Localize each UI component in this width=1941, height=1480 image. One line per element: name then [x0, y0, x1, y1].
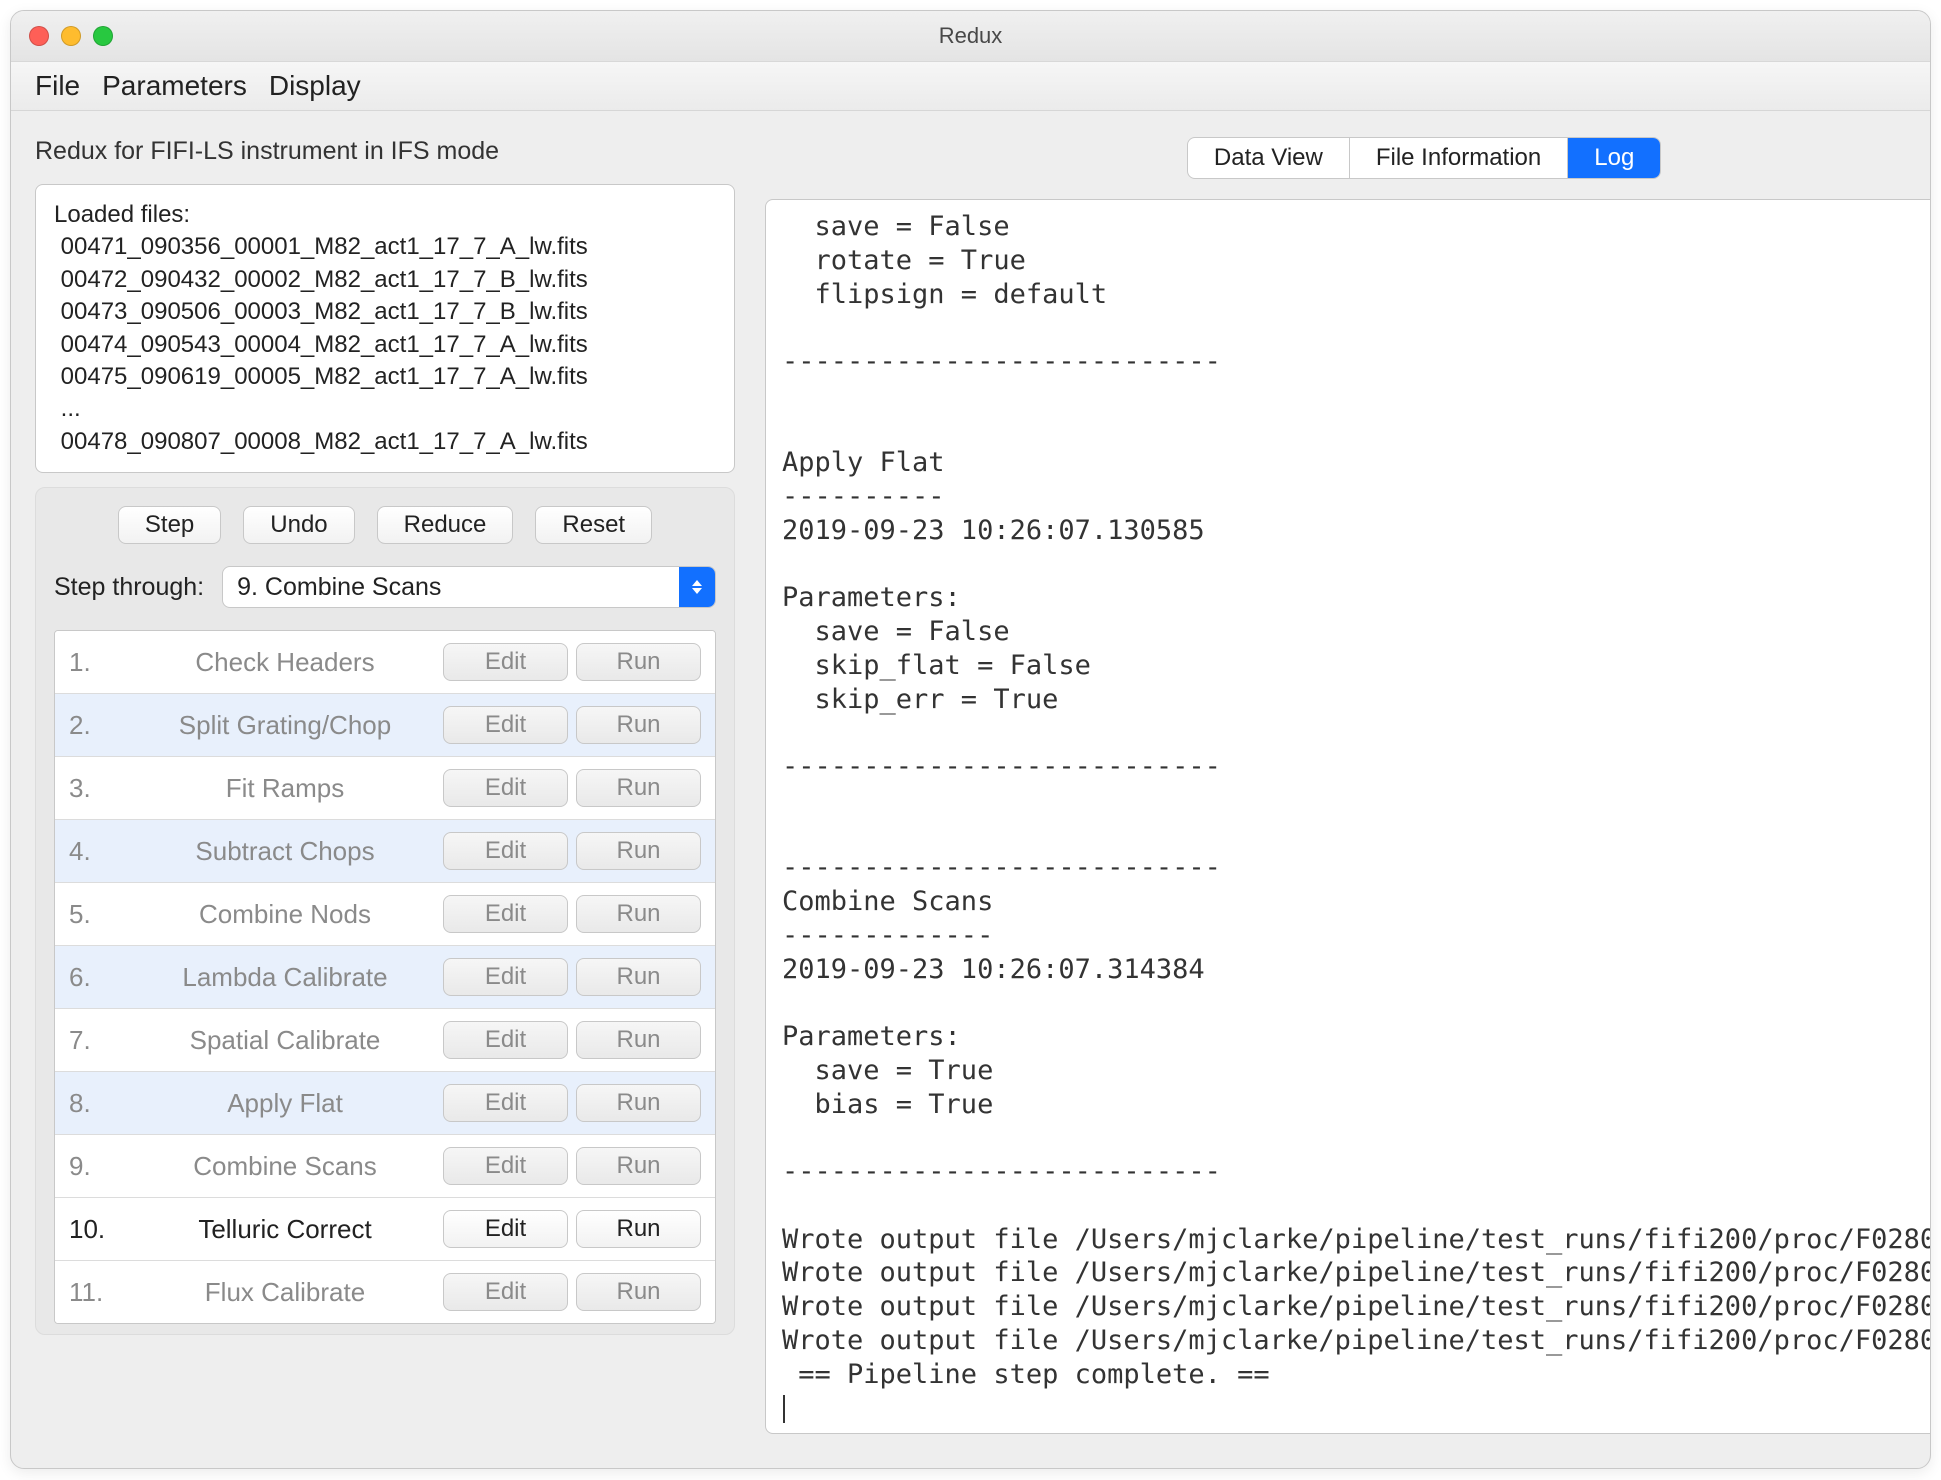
loaded-files-list: 00471_090356_00001_M82_act1_17_7_A_lw.fi…: [54, 231, 716, 458]
tab-log[interactable]: Log: [1568, 138, 1660, 178]
pipeline-step-run-button[interactable]: Run: [576, 1021, 701, 1059]
pipeline-step-run-button[interactable]: Run: [576, 1273, 701, 1311]
pipeline-step-run-button[interactable]: Run: [576, 958, 701, 996]
pipeline-step-run-button[interactable]: Run: [576, 769, 701, 807]
mode-subtitle: Redux for FIFI-LS instrument in IFS mode: [35, 137, 735, 166]
loaded-file: 00475_090619_00005_M82_act1_17_7_A_lw.fi…: [54, 361, 716, 393]
loaded-file: 00478_090807_00008_M82_act1_17_7_A_lw.fi…: [54, 426, 716, 458]
pipeline-step-number: 3.: [69, 773, 127, 804]
loaded-files-panel: Loaded files: 00471_090356_00001_M82_act…: [35, 184, 735, 473]
pipeline-step-row: 4. Subtract Chops EditRun: [55, 820, 715, 883]
pipeline-step-run-button[interactable]: Run: [576, 706, 701, 744]
pipeline-step-edit-button[interactable]: Edit: [443, 832, 568, 870]
right-tabs: Data View File Information Log: [765, 137, 1931, 179]
pipeline-step-edit-button[interactable]: Edit: [443, 643, 568, 681]
pipeline-step-number: 1.: [69, 647, 127, 678]
pipeline-step-name: Split Grating/Chop: [135, 710, 435, 741]
pipeline-step-number: 4.: [69, 836, 127, 867]
pipeline-step-edit-button[interactable]: Edit: [443, 1147, 568, 1185]
pipeline-step-number: 2.: [69, 710, 127, 741]
pipeline-step-edit-button[interactable]: Edit: [443, 1210, 568, 1248]
pipeline-step-number: 11.: [69, 1277, 127, 1308]
pipeline-step-row: 5. Combine Nods EditRun: [55, 883, 715, 946]
pipeline-step-row: 6. Lambda Calibrate EditRun: [55, 946, 715, 1009]
window-title: Redux: [11, 23, 1930, 49]
pipeline-step-number: 8.: [69, 1088, 127, 1119]
step-through-value: 9. Combine Scans: [223, 573, 679, 602]
loaded-file: 00474_090543_00004_M82_act1_17_7_A_lw.fi…: [54, 329, 716, 361]
pipeline-step-name: Check Headers: [135, 647, 435, 678]
reset-button[interactable]: Reset: [535, 506, 652, 544]
pipeline-step-run-button[interactable]: Run: [576, 643, 701, 681]
pipeline-step-number: 6.: [69, 962, 127, 993]
pipeline-step-edit-button[interactable]: Edit: [443, 769, 568, 807]
pipeline-step-name: Combine Nods: [135, 899, 435, 930]
undo-button[interactable]: Undo: [243, 506, 354, 544]
pipeline-step-run-button[interactable]: Run: [576, 895, 701, 933]
pipeline-step-run-button[interactable]: Run: [576, 1084, 701, 1122]
text-cursor: [783, 1395, 785, 1423]
pipeline-step-number: 10.: [69, 1214, 127, 1245]
pipeline-step-name: Subtract Chops: [135, 836, 435, 867]
pipeline-step-row: 2. Split Grating/Chop EditRun: [55, 694, 715, 757]
pipeline-step-name: Flux Calibrate: [135, 1277, 435, 1308]
pipeline-step-edit-button[interactable]: Edit: [443, 1021, 568, 1059]
step-through-select[interactable]: 9. Combine Scans: [222, 566, 716, 608]
loaded-file-ellipsis: ...: [54, 393, 716, 425]
pipeline-controls-panel: Step Undo Reduce Reset Step through: 9. …: [35, 487, 735, 1335]
step-button[interactable]: Step: [118, 506, 221, 544]
loaded-file: 00472_090432_00002_M82_act1_17_7_B_lw.fi…: [54, 264, 716, 296]
pipeline-step-name: Apply Flat: [135, 1088, 435, 1119]
pipeline-step-name: Combine Scans: [135, 1151, 435, 1182]
pipeline-step-row: 11. Flux Calibrate EditRun: [55, 1261, 715, 1323]
pipeline-step-row: 8. Apply Flat EditRun: [55, 1072, 715, 1135]
pipeline-step-name: Fit Ramps: [135, 773, 435, 804]
loaded-files-header: Loaded files:: [54, 199, 716, 231]
pipeline-step-row: 7. Spatial Calibrate EditRun: [55, 1009, 715, 1072]
pipeline-step-number: 5.: [69, 899, 127, 930]
pipeline-step-number: 7.: [69, 1025, 127, 1056]
pipeline-step-number: 9.: [69, 1151, 127, 1182]
pipeline-step-name: Telluric Correct: [135, 1214, 435, 1245]
reduce-button[interactable]: Reduce: [377, 506, 514, 544]
pipeline-step-row: 1. Check Headers EditRun: [55, 631, 715, 694]
pipeline-step-edit-button[interactable]: Edit: [443, 895, 568, 933]
pipeline-step-edit-button[interactable]: Edit: [443, 1084, 568, 1122]
pipeline-step-row: 9. Combine Scans EditRun: [55, 1135, 715, 1198]
pipeline-step-run-button[interactable]: Run: [576, 832, 701, 870]
title-bar: Redux: [11, 11, 1930, 62]
pipeline-step-name: Lambda Calibrate: [135, 962, 435, 993]
log-output: save = False rotate = True flipsign = de…: [765, 199, 1931, 1434]
menu-bar: File Parameters Display: [11, 62, 1930, 111]
pipeline-step-run-button[interactable]: Run: [576, 1210, 701, 1248]
pipeline-step-run-button[interactable]: Run: [576, 1147, 701, 1185]
pipeline-steps-list: 1.Check HeadersEditRun2.Split Grating/Ch…: [54, 630, 716, 1324]
pipeline-step-row: 10. Telluric Correct EditRun: [55, 1198, 715, 1261]
pipeline-step-edit-button[interactable]: Edit: [443, 706, 568, 744]
app-window: Redux File Parameters Display Redux for …: [10, 10, 1931, 1469]
pipeline-step-edit-button[interactable]: Edit: [443, 958, 568, 996]
menu-file[interactable]: File: [35, 70, 80, 102]
tab-data-view[interactable]: Data View: [1188, 138, 1350, 178]
pipeline-step-row: 3. Fit Ramps EditRun: [55, 757, 715, 820]
dropdown-stepper-icon: [679, 567, 715, 607]
loaded-file: 00473_090506_00003_M82_act1_17_7_B_lw.fi…: [54, 296, 716, 328]
step-through-label: Step through:: [54, 573, 204, 602]
pipeline-step-edit-button[interactable]: Edit: [443, 1273, 568, 1311]
menu-display[interactable]: Display: [269, 70, 361, 102]
tab-file-information[interactable]: File Information: [1350, 138, 1568, 178]
loaded-file: 00471_090356_00001_M82_act1_17_7_A_lw.fi…: [54, 231, 716, 263]
pipeline-step-name: Spatial Calibrate: [135, 1025, 435, 1056]
menu-parameters[interactable]: Parameters: [102, 70, 247, 102]
